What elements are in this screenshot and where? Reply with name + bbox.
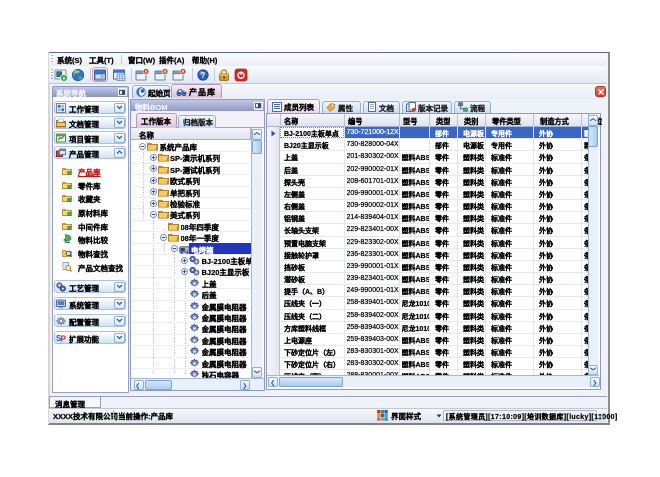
- svg-text:P: P: [61, 334, 66, 342]
- svg-text:?: ?: [200, 70, 205, 80]
